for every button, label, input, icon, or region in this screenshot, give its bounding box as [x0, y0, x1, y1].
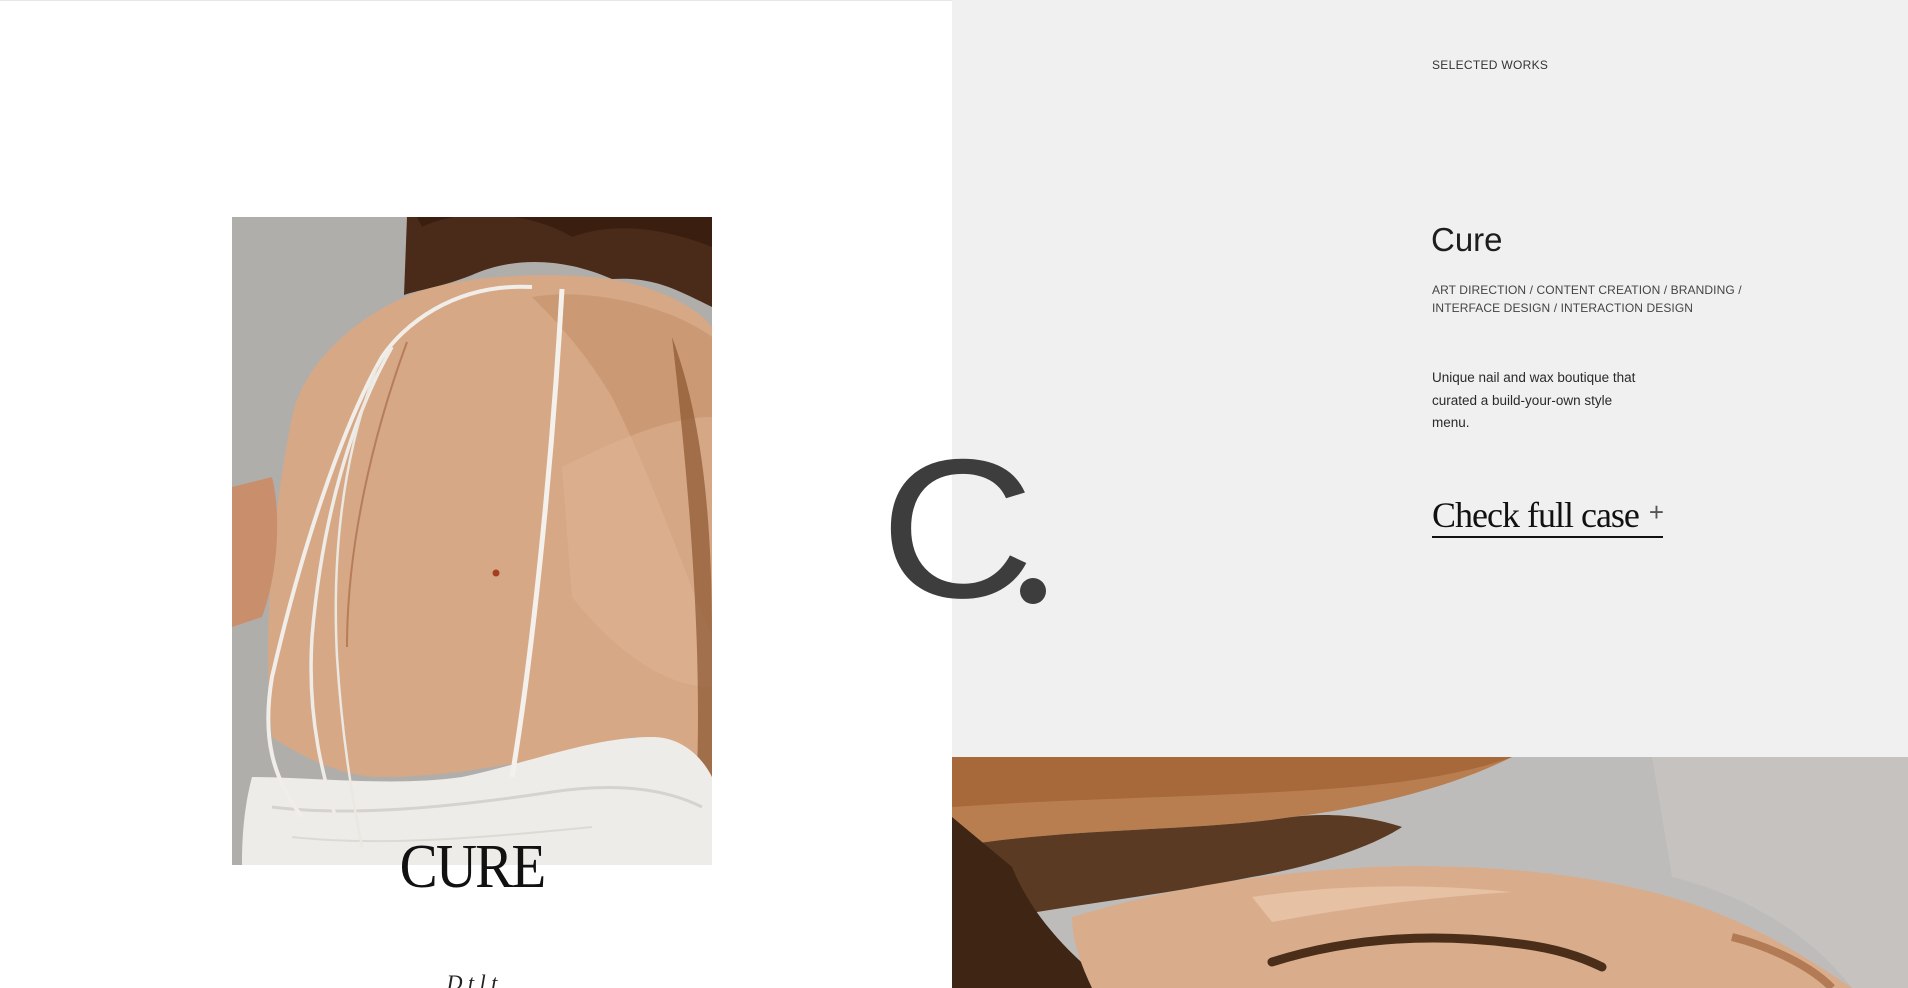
project-tags: ART DIRECTION / CONTENT CREATION / BRAND… — [1432, 283, 1742, 315]
check-full-case-link[interactable]: Check full case + — [1432, 495, 1664, 538]
plus-icon: + — [1648, 497, 1664, 527]
right-panel — [952, 0, 1908, 757]
project-description: Unique nail and wax boutique that curate… — [1432, 370, 1636, 430]
project-caption-partial: D t l t — [446, 970, 498, 988]
project-image-face[interactable] — [952, 757, 1908, 988]
project-title: Cure — [1431, 221, 1503, 258]
face-photo-illustration — [952, 757, 1908, 988]
top-divider — [0, 0, 952, 1]
project-image-back[interactable] — [232, 217, 712, 865]
back-photo-illustration — [232, 217, 712, 865]
section-label: SELECTED WORKS — [1432, 58, 1549, 72]
cure-wordmark: CURE — [399, 833, 547, 901]
case-link-label: Check full case — [1432, 495, 1640, 535]
page: CURE D t l t C SELECTED WORKS Cure ART D… — [0, 0, 1908, 988]
monogram-letter: C — [880, 418, 1035, 639]
monogram-dot — [1020, 578, 1046, 604]
